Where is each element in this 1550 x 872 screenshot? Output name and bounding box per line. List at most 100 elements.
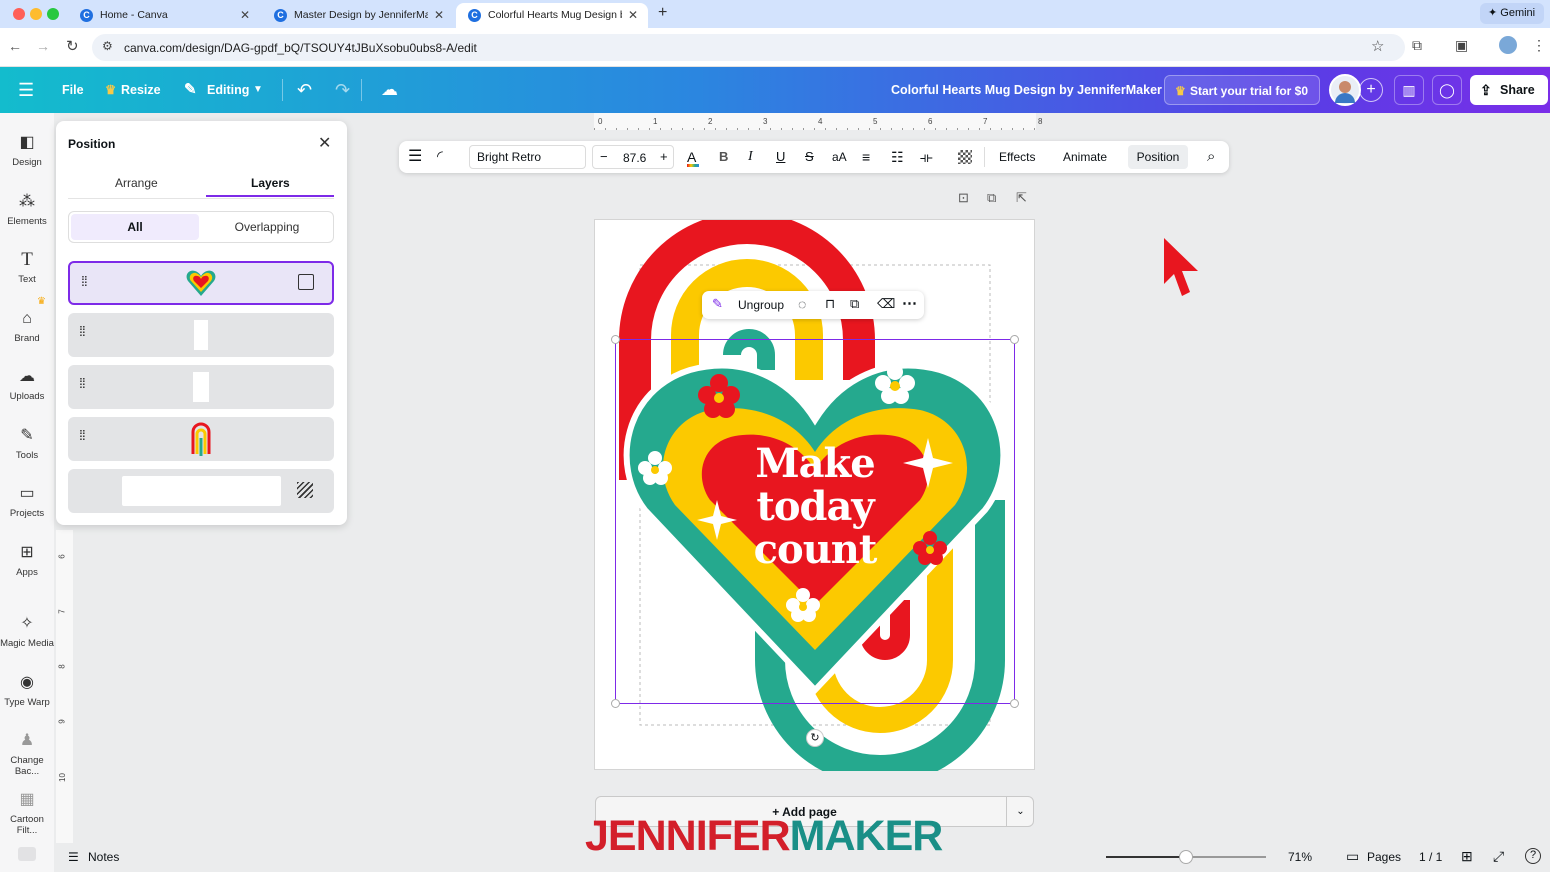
fullscreen-icon[interactable]: ⤢ — [1493, 848, 1504, 865]
italic-icon[interactable]: I — [748, 141, 753, 173]
drag-handle-icon[interactable]: ⁞⁞ — [79, 428, 89, 442]
close-icon[interactable]: ✕ — [318, 133, 331, 153]
rail-item-change-background[interactable]: ♟ Change Bac... — [0, 731, 54, 777]
text-color-icon[interactable]: A — [687, 141, 699, 173]
layer-item-rainbow-arches[interactable]: ⁞⁞ — [68, 417, 334, 461]
maximize-window-button[interactable] — [47, 8, 59, 20]
redo-icon[interactable]: ↷ — [335, 67, 350, 113]
menu-lines-icon[interactable]: ☰ — [408, 141, 422, 173]
strikethrough-icon[interactable]: S — [805, 141, 814, 173]
close-tab-icon[interactable]: ✕ — [427, 3, 444, 28]
browser-tab-master[interactable]: C Master Design by JenniferMa ✕ — [262, 3, 454, 28]
font-size-value[interactable]: 87.6 — [623, 151, 646, 165]
new-tab-icon[interactable]: + — [658, 4, 667, 22]
comment-add-icon[interactable]: ◌ — [798, 296, 806, 312]
paint-format-icon[interactable]: ⌕ — [1207, 141, 1215, 173]
rail-item-brand[interactable]: ⌂ Brand ♛ — [0, 296, 54, 344]
curve-text-icon[interactable]: ◜ — [437, 141, 443, 173]
rail-item-projects[interactable]: ▭ Projects — [0, 484, 54, 519]
reload-icon[interactable]: ↻ — [66, 37, 79, 55]
undo-icon[interactable]: ↶ — [297, 67, 312, 113]
chevron-down-icon[interactable]: ⌄ — [1006, 797, 1034, 826]
rail-item-apps[interactable]: ⊞ Apps — [0, 543, 54, 578]
magic-edit-icon[interactable]: ✎ — [712, 296, 723, 312]
rail-item-design[interactable]: ◧ Design — [0, 133, 54, 168]
increase-size-button[interactable]: + — [660, 149, 668, 164]
rail-item-magic-media[interactable]: ✧ Magic Media — [0, 614, 54, 649]
rail-item-elements[interactable]: ⁂ Elements — [0, 192, 54, 227]
layer-item-white-shape[interactable]: ⁞⁞ — [68, 313, 334, 357]
minimize-window-button[interactable] — [30, 8, 42, 20]
insights-chart-icon[interactable]: ▥ — [1394, 75, 1424, 105]
gemini-button[interactable]: ✦ Gemini — [1480, 3, 1544, 24]
duplicate-page-icon[interactable]: ⧉ — [987, 190, 996, 206]
extensions-icon[interactable]: ⧉ — [1412, 37, 1422, 54]
add-collaborator-button[interactable]: + — [1359, 78, 1383, 102]
group-icon[interactable] — [298, 274, 314, 290]
underline-icon[interactable]: U — [776, 141, 785, 173]
layer-item-heart-group[interactable]: ⁞⁞ — [68, 261, 334, 305]
close-window-button[interactable] — [13, 8, 25, 20]
layer-item-background[interactable] — [68, 469, 334, 513]
lock-page-icon[interactable]: ⊡ — [958, 190, 969, 206]
close-tab-icon[interactable]: ✕ — [240, 3, 250, 28]
pages-button[interactable]: Pages — [1367, 850, 1401, 864]
tab-arrange[interactable]: Arrange — [115, 176, 158, 190]
spacing-icon[interactable]: ⟛ — [920, 141, 933, 173]
drag-handle-icon[interactable]: ⁞⁞ — [79, 376, 89, 390]
rail-item-type-warp[interactable]: ◉ Type Warp — [0, 673, 54, 708]
zoom-slider-thumb[interactable] — [1179, 850, 1193, 864]
drag-handle-icon[interactable]: ⁞⁞ — [79, 324, 89, 338]
effects-button[interactable]: Effects — [999, 141, 1035, 173]
lock-icon[interactable]: ⊓ — [825, 296, 835, 312]
design-title[interactable]: Colorful Hearts Mug Design by JenniferMa… — [891, 67, 1162, 113]
browser-tab-home[interactable]: C Home - Canva ✕ — [68, 3, 260, 28]
help-icon[interactable]: ? — [1525, 848, 1541, 864]
decrease-size-button[interactable]: − — [600, 149, 608, 164]
cast-icon[interactable]: ▣ — [1455, 37, 1468, 54]
rail-item-uploads[interactable]: ☁ Uploads — [0, 367, 54, 402]
list-icon[interactable]: ☷ — [891, 141, 904, 173]
resize-handle[interactable] — [1010, 335, 1019, 344]
transparency-checker-icon[interactable] — [958, 150, 972, 164]
cloud-saved-icon[interactable]: ☁ — [381, 67, 398, 113]
duplicate-icon[interactable]: ⧉ — [850, 296, 859, 312]
more-options-icon[interactable]: ⋯ — [902, 294, 917, 312]
editing-mode-button[interactable]: Editing — [207, 67, 249, 113]
comment-icon[interactable]: ◯ — [1432, 75, 1462, 105]
close-tab-icon[interactable]: ✕ — [621, 3, 638, 28]
notes-icon[interactable]: ☰ — [68, 850, 79, 864]
drag-handle-icon[interactable]: ⁞⁞ — [81, 274, 91, 288]
letter-case-icon[interactable]: aA — [832, 141, 847, 173]
trash-icon[interactable]: ⌫ — [877, 296, 895, 312]
chevron-down-icon[interactable]: ▼ — [253, 67, 263, 113]
site-info-icon[interactable]: ⚙ — [102, 39, 113, 53]
resize-button[interactable]: Resize — [121, 67, 161, 113]
font-family-dropdown[interactable]: Bright Retro — [469, 145, 586, 169]
resize-handle[interactable] — [1010, 699, 1019, 708]
selection-box[interactable]: ↻ — [611, 335, 1019, 747]
grid-view-icon[interactable]: ⊞ — [1461, 848, 1473, 865]
more-apps-icon[interactable] — [18, 847, 36, 861]
main-menu-icon[interactable]: ☰ — [18, 67, 34, 113]
rail-item-text[interactable]: T Text — [0, 250, 54, 286]
user-avatar[interactable] — [1329, 74, 1361, 106]
resize-handle[interactable] — [611, 335, 620, 344]
back-icon[interactable]: ← — [8, 38, 22, 54]
rail-item-tools[interactable]: ✎ Tools — [0, 426, 54, 461]
profile-avatar[interactable] — [1499, 36, 1517, 54]
notes-button[interactable]: Notes — [88, 850, 119, 864]
file-menu[interactable]: File — [62, 67, 84, 113]
browser-menu-icon[interactable]: ⋮ — [1532, 37, 1546, 54]
animate-button[interactable]: Animate — [1063, 141, 1107, 173]
layer-item-white-shape[interactable]: ⁞⁞ — [68, 365, 334, 409]
browser-tab-active[interactable]: C Colorful Hearts Mug Design b ✕ — [456, 3, 648, 28]
align-center-icon[interactable]: ≡ — [862, 141, 870, 173]
position-button[interactable]: Position — [1128, 145, 1188, 169]
resize-handle[interactable] — [611, 699, 620, 708]
pages-icon[interactable]: ▭ — [1346, 848, 1359, 865]
start-trial-button[interactable]: ♛ Start your trial for $0 — [1164, 75, 1320, 105]
filter-overlapping[interactable]: Overlapping — [203, 214, 331, 240]
zoom-value[interactable]: 71% — [1288, 850, 1312, 864]
rotate-handle-icon[interactable]: ↻ — [806, 729, 824, 747]
